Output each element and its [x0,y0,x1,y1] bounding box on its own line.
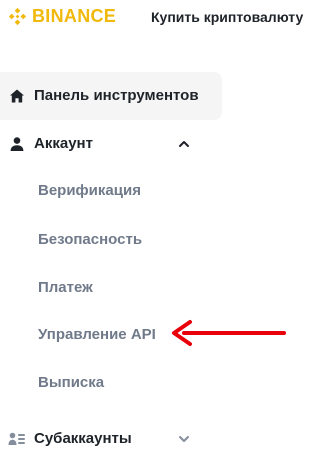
sidebar-item-subaccounts[interactable]: Субаккаунты [0,427,222,451]
chevron-down-icon[interactable] [178,433,190,445]
sidebar-subitem-verification[interactable]: Верификация [38,182,141,200]
sidebar-item-account[interactable]: Аккаунт [0,132,222,156]
sidebar-item-dashboard[interactable]: Панель инструментов [0,72,222,120]
sidebar-item-label: Панель инструментов [34,87,199,104]
binance-logo-text: BINANCE [32,6,117,26]
red-arrow-icon [172,320,286,346]
home-icon [10,89,24,103]
sidebar-item-label: Аккаунт [34,135,93,152]
binance-logo-icon [8,7,27,26]
binance-logo[interactable]: BINANCE [7,6,116,27]
sidebar-subitem-statement[interactable]: Выписка [38,374,104,392]
buy-crypto-link[interactable]: Купить криптовалюту [151,9,303,25]
sidebar-item-label: Субаккаунты [34,430,132,447]
sidebar-subitem-payment[interactable]: Платеж [38,279,93,297]
sidebar-subitem-security[interactable]: Безопасность [38,231,142,249]
subaccounts-icon [8,432,25,445]
chevron-up-icon[interactable] [178,138,190,150]
top-bar: BINANCE Купить криптовалюту [0,0,303,36]
user-icon [10,137,24,151]
sidebar-subitem-api-management[interactable]: Управление API [38,326,156,344]
